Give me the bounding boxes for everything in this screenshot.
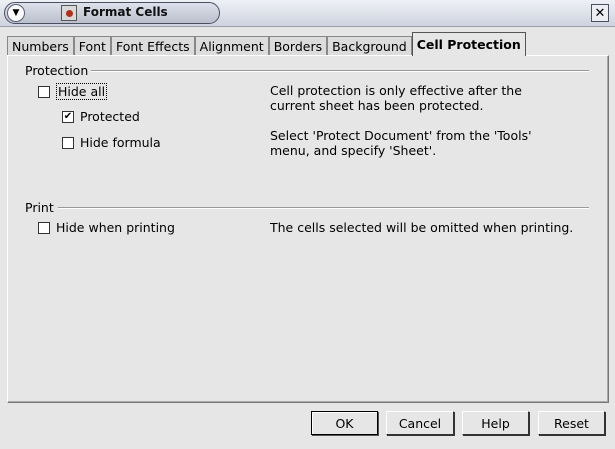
protection-divider bbox=[91, 70, 589, 72]
hide-when-printing-row[interactable]: Hide when printing bbox=[38, 220, 175, 235]
protected-label: Protected bbox=[80, 109, 140, 124]
help-button[interactable]: Help bbox=[462, 411, 529, 435]
protected-row[interactable]: ✔ Protected bbox=[62, 109, 140, 124]
hide-all-label: Hide all bbox=[56, 83, 108, 100]
hide-all-checkbox[interactable] bbox=[38, 85, 50, 98]
protection-info-2: Select 'Protect Document' from the 'Tool… bbox=[270, 128, 532, 158]
ok-button[interactable]: OK bbox=[311, 411, 378, 435]
tab-borders[interactable]: Borders bbox=[268, 36, 328, 56]
print-divider bbox=[58, 207, 589, 209]
protected-checkbox[interactable]: ✔ bbox=[62, 110, 74, 123]
tab-font[interactable]: Font bbox=[73, 36, 111, 56]
tab-background[interactable]: Background bbox=[327, 36, 412, 56]
tab-alignment[interactable]: Alignment bbox=[194, 36, 269, 56]
hide-formula-row[interactable]: Hide formula bbox=[62, 135, 161, 150]
hide-formula-label: Hide formula bbox=[80, 135, 161, 150]
tab-panel: Protection Hide all ✔ Protected Hide for… bbox=[7, 55, 609, 403]
print-info: The cells selected will be omitted when … bbox=[270, 220, 574, 235]
protection-info-1: Cell protection is only effective after … bbox=[270, 83, 522, 113]
protection-section-title: Protection bbox=[25, 63, 89, 78]
window-title: Format Cells bbox=[83, 5, 168, 19]
chevron-down-icon[interactable]: ▼ bbox=[7, 4, 25, 22]
document-icon bbox=[61, 5, 77, 21]
tab-font-effects[interactable]: Font Effects bbox=[110, 36, 195, 56]
close-icon[interactable]: ✕ bbox=[591, 4, 609, 22]
title-pill: ▼ Format Cells bbox=[4, 2, 220, 24]
hide-when-printing-label: Hide when printing bbox=[56, 220, 175, 235]
title-bar: ▼ Format Cells ✕ bbox=[0, 0, 615, 27]
hide-when-printing-checkbox[interactable] bbox=[38, 221, 50, 234]
tab-numbers[interactable]: Numbers bbox=[7, 36, 74, 56]
tab-cell-protection[interactable]: Cell Protection bbox=[411, 32, 526, 56]
tab-bar: Numbers Font Font Effects Alignment Bord… bbox=[7, 32, 526, 56]
hide-formula-checkbox[interactable] bbox=[62, 136, 74, 149]
print-section-title: Print bbox=[25, 200, 54, 215]
hide-all-row[interactable]: Hide all bbox=[38, 83, 108, 100]
cancel-button[interactable]: Cancel bbox=[386, 411, 454, 435]
reset-button[interactable]: Reset bbox=[538, 411, 605, 435]
